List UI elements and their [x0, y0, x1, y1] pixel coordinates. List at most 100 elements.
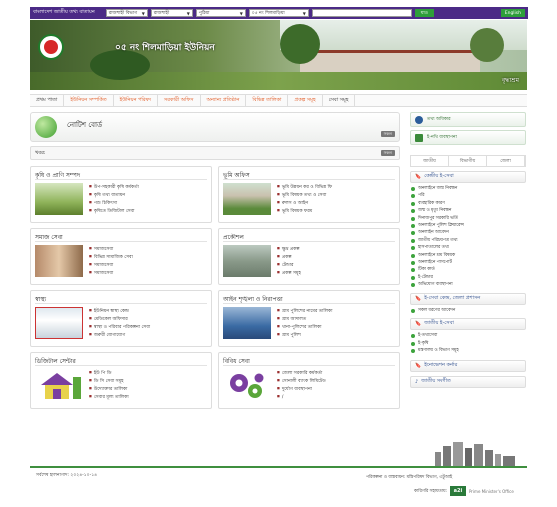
- list-item[interactable]: জেলা সরকারি কর্মকর্তা: [277, 369, 326, 377]
- list-item[interactable]: /: [277, 393, 326, 401]
- section-engineering: প্রকৌশল ক্ষুদ্র প্রকল্পপ্রকল্পটেন্ডারপ্র…: [218, 228, 400, 285]
- list-item[interactable]: থানা-পুলিশের তালিকা: [277, 323, 333, 331]
- list-item[interactable]: ভূমি বিষয়ক তথ্য ও সেবা: [277, 191, 332, 199]
- list-item[interactable]: পশু চিকিৎসা: [89, 199, 139, 207]
- people-image: [35, 245, 83, 277]
- list-item[interactable]: উদ্যোক্তার তালিকা: [89, 385, 129, 393]
- list-item[interactable]: ইউ পি ডি: [89, 369, 129, 377]
- list-item[interactable]: ইউনিয়ন স্বাস্থ্য কেন্দ্র: [89, 307, 150, 315]
- portal-label[interactable]: বাংলাদেশ জাতীয় তথ্য বাতায়ন: [33, 9, 95, 17]
- road-image: [223, 245, 271, 277]
- list-item[interactable]: পরি: [410, 192, 526, 199]
- service-grid: কৃষি ও প্রাণি সম্পদ উপ-সহকারী কৃষি কর্মক…: [30, 166, 400, 409]
- list-item[interactable]: হাসপাতালের তথ্য: [410, 244, 526, 251]
- list-item[interactable]: ভূমি উন্নয়ন কর ও বিভিন্ন ফি: [277, 183, 332, 191]
- section-digital-center: ডিজিটাল সেন্টার ইউ পি ডিডি সি সেবা সমূহউ…: [30, 352, 212, 409]
- list-item[interactable]: ক্ষুদ্র প্রকল্প: [277, 245, 301, 253]
- nav-services[interactable]: সেবা সমূহ: [323, 95, 356, 106]
- english-button[interactable]: English: [500, 9, 525, 17]
- list-item[interactable]: দুর্যোগ ব্যবস্থাপনা: [277, 385, 326, 393]
- list-item[interactable]: ই-টেন্ডার: [410, 274, 526, 281]
- list-item[interactable]: ভূমি বিষয়ক ফরম: [277, 207, 332, 215]
- digital-house-icon: [35, 369, 83, 401]
- list-item[interactable]: অনলাইনে পুলিশ ক্লিয়ারেন্স: [410, 222, 526, 229]
- national-anthem-button[interactable]: ♪ জাতীয় সংগীত: [410, 376, 526, 389]
- list-item[interactable]: গ্রাম পুলিশের নামের তালিকা: [277, 307, 333, 315]
- district-service-list: সকল ধরণের আবেদন: [410, 307, 526, 314]
- list-item[interactable]: অনলাইনে পাসপোর্ট: [410, 259, 526, 266]
- list-item[interactable]: জন্ম ও মৃত্যু নিবন্ধন: [410, 207, 526, 214]
- list-item[interactable]: ই-তথ্যসেবা: [410, 332, 526, 339]
- list-item[interactable]: দিনাজপুর সরকারি ভর্তি: [410, 215, 526, 222]
- list-item[interactable]: ডি সি সেবা সমূহ: [89, 377, 129, 385]
- list-item[interactable]: বিভিন্ন সামাজিক সেবা: [89, 253, 133, 261]
- list-item[interactable]: সমাজসেবা: [89, 245, 133, 253]
- news-more-button[interactable]: সকল: [380, 150, 395, 156]
- upazila-select[interactable]: পুঠিয়া ▼: [195, 9, 246, 17]
- list-item[interactable]: অনলাইনে জন্ম নিবন্ধন: [410, 185, 526, 192]
- chevron-down-icon: ▼: [239, 10, 243, 16]
- district-select[interactable]: রাজশাহী ▼: [150, 9, 193, 17]
- list-item[interactable]: ই-কৃষি: [410, 340, 526, 347]
- list-item[interactable]: সোনালী ব্যাংক লিমিটেড: [277, 377, 326, 385]
- go-button[interactable]: যাও: [414, 9, 434, 17]
- section-health: স্বাস্থ্য ইউনিয়ন স্বাস্থ্য কেন্দ্রমেডিক…: [30, 290, 212, 347]
- nav-govt-offices[interactable]: সরকারী অফিস: [158, 95, 201, 106]
- nav-other-institutions[interactable]: অন্যান্য প্রতিষ্ঠান: [201, 95, 247, 106]
- main-content: নোটিশ বোর্ড সকল খবর: সকল কৃষি ও প্রাণি স…: [30, 112, 400, 409]
- search-input[interactable]: [311, 9, 412, 17]
- list-item[interactable]: স্বাস্থ্য ও পরিবার পরিকল্পনা সেবা: [89, 323, 150, 331]
- e-nothi-button[interactable]: ই-নথি ব্যবস্থাপনা: [410, 130, 526, 145]
- nav-home[interactable]: প্রথম পাতা: [30, 95, 65, 106]
- a2i-logo[interactable]: a2i: [449, 486, 466, 496]
- building-image: [300, 50, 480, 72]
- list-item[interactable]: সমাজসেবা: [89, 261, 133, 269]
- tab-national[interactable]: জাতীয়: [411, 156, 449, 166]
- list-item[interactable]: রুলস ও আইন: [277, 199, 332, 207]
- list-item[interactable]: প্রকল্প: [277, 253, 301, 261]
- list-item[interactable]: টেন্ডার: [277, 261, 301, 269]
- list-item[interactable]: গ্রাম আদালত: [277, 315, 333, 323]
- list-item[interactable]: সেবার মূল্য তালিকা: [89, 393, 129, 401]
- bookmark-icon: 🔖: [415, 295, 422, 302]
- list-item[interactable]: ব্যবহারিক কারণ: [410, 200, 526, 207]
- union-select[interactable]: ০৫ নং শিলমাড়িয়া ▼: [248, 9, 309, 17]
- tab-district[interactable]: জেলা: [487, 156, 525, 166]
- national-service-list: ই-তথ্যসেবা ই-কৃষি মন্ত্রণালয় ও বিভাগ সম…: [410, 332, 526, 354]
- division-select[interactable]: রাজশাহী বিভাগ ▼: [105, 9, 148, 17]
- footer-credit: পরিকল্পনা ও বাস্তবায়ন: মন্ত্রিপরিষদ বিভ…: [366, 475, 453, 480]
- list-item[interactable]: মেডিকেল অফিসার: [89, 315, 150, 323]
- innovation-corner-button[interactable]: 🔖 ইনোভেশন কর্নার: [410, 360, 526, 373]
- list-item[interactable]: জরুরী যোগাযোগ: [89, 331, 150, 339]
- section-land-office: ভূমি অফিস ভূমি উন্নয়ন কর ও বিভিন্ন ফিভূ…: [218, 166, 400, 223]
- news-label: খবর:: [35, 150, 46, 156]
- list-item[interactable]: মন্ত্রণালয় ও বিভাগ সমূহ: [410, 347, 526, 354]
- nav-projects[interactable]: প্রকল্প সমূহ: [288, 95, 323, 106]
- nav-lists[interactable]: বিভিন্ন তালিকা: [246, 95, 289, 106]
- list-item[interactable]: কৃষিতে ডিজিটাল সেবা: [89, 207, 139, 215]
- list-item[interactable]: অনলাইনে শ্রম বিষয়ক: [410, 252, 526, 259]
- bookmark-icon: 🔖: [415, 321, 422, 328]
- list-item[interactable]: সমাজসেবা: [89, 269, 133, 277]
- tech-support: কারিগরি সহায়তায়: a2i Prime Minister's …: [414, 486, 514, 496]
- list-item[interactable]: টিকা কার্ড: [410, 266, 526, 273]
- list-item[interactable]: অভিযোগ ব্যবস্থাপনা: [410, 281, 526, 288]
- list-item[interactable]: প্রকল্প সমূহ: [277, 269, 301, 277]
- tab-divisional[interactable]: বিভাগীয়: [449, 156, 487, 166]
- rti-button[interactable]: তথ্য অধিকার: [410, 112, 526, 127]
- nav-about-union[interactable]: ইউনিয়ন সম্পর্কিত: [64, 95, 114, 106]
- bookmark-icon: 🔖: [415, 363, 422, 370]
- list-item[interactable]: জাতীয় পরিচয়পত্র তথ্য: [410, 237, 526, 244]
- page: বাংলাদেশ জাতীয় তথ্য বাতায়ন রাজশাহী বিভ…: [0, 0, 557, 507]
- notice-board: নোটিশ বোর্ড সকল: [30, 112, 400, 142]
- chevron-down-icon: ▼: [186, 10, 190, 16]
- list-item[interactable]: কৃষি তথ্য বাতায়ন: [89, 191, 139, 199]
- central-service-list: অনলাইনে জন্ম নিবন্ধন পরি ব্যবহারিক কারণ …: [410, 185, 526, 289]
- bangladesh-seal-icon[interactable]: [38, 34, 64, 60]
- list-item[interactable]: সকল ধরণের আবেদন: [410, 307, 526, 314]
- nav-union-council[interactable]: ইউনিয়ন পরিষদ: [114, 95, 158, 106]
- list-item[interactable]: গ্রাম পুলিশ: [277, 331, 333, 339]
- notice-more-button[interactable]: সকল: [380, 131, 395, 137]
- list-item[interactable]: উপ-সহকারী কৃষি কর্মকর্তা: [89, 183, 139, 191]
- list-item[interactable]: অনলাইন আবেদন: [410, 229, 526, 236]
